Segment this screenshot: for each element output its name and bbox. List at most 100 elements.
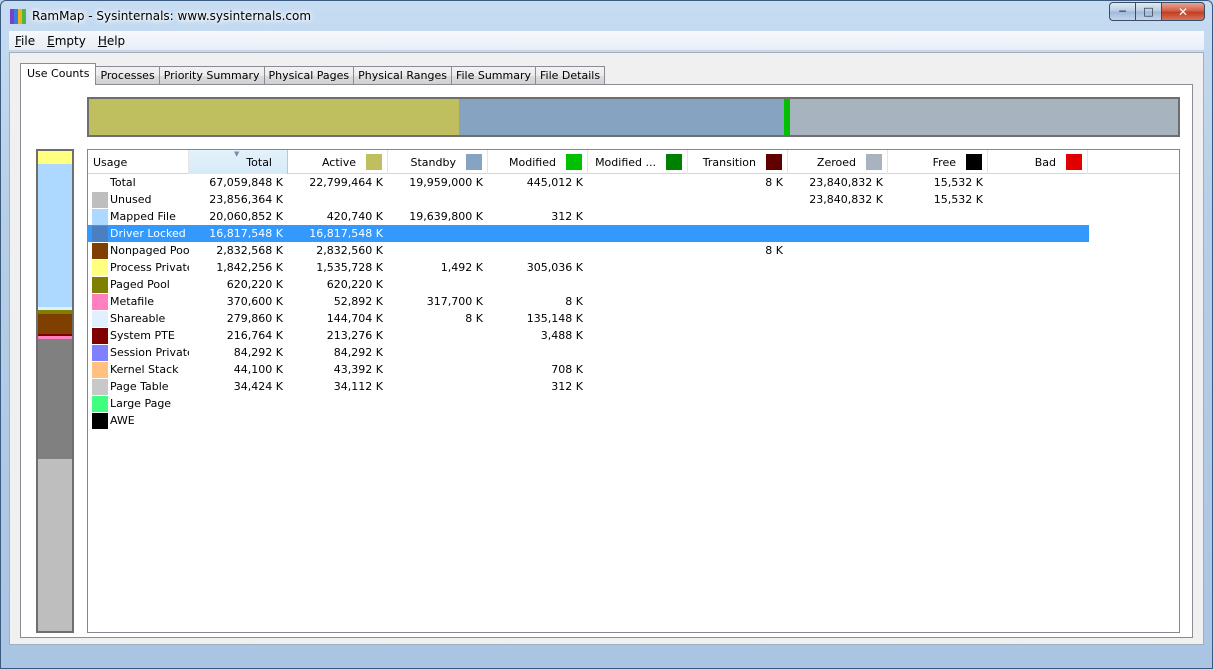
usage-label: Kernel Stack — [110, 363, 179, 376]
usage-color-swatch — [92, 310, 108, 327]
menu-label: ile — [21, 33, 36, 48]
table-row-awe[interactable]: AWE — [88, 412, 1179, 429]
value-cell-transition — [688, 310, 788, 327]
table-row-process-private[interactable]: Process Private 1,842,256 K 1,535,728 K 1,4… — [88, 259, 1179, 276]
column-header-bad[interactable]: Bad — [988, 150, 1088, 174]
value-cell-free — [888, 395, 988, 412]
value-cell-transition — [688, 191, 788, 208]
table-row-session-private[interactable]: Session Private 84,292 K 84,292 K — [88, 344, 1179, 361]
rammap-app-icon[interactable] — [10, 9, 26, 24]
state-segment-active[interactable] — [89, 99, 460, 135]
value-cell-modified — [488, 395, 588, 412]
usage-segment-driver-locked[interactable] — [38, 338, 72, 460]
close-button[interactable]: ✕ — [1161, 2, 1205, 21]
value-cell-transition — [688, 293, 788, 310]
value-cell-standby: 19,959,000 K — [409, 176, 483, 189]
usage-cell: Unused — [88, 191, 189, 208]
usage-label: Metafile — [110, 295, 155, 308]
table-row-page-table[interactable]: Page Table 34,424 K 34,112 K 312 K — [88, 378, 1179, 395]
usage-label: Session Private — [110, 346, 189, 359]
value-cell-standby: 1,492 K — [440, 261, 483, 274]
table-row-kernel-stack[interactable]: Kernel Stack 44,100 K 43,392 K 708 K — [88, 361, 1179, 378]
state-segment-zeroed[interactable] — [790, 99, 1178, 135]
column-header-zeroed[interactable]: Zeroed — [788, 150, 888, 174]
value-cell-active: 52,892 K — [333, 295, 383, 308]
value-cell-bad — [988, 191, 1088, 208]
usage-color-swatch — [92, 242, 108, 259]
table-row-mapped-file[interactable]: Mapped File 20,060,852 K 420,740 K 19,639,8… — [88, 208, 1179, 225]
column-header-active[interactable]: Active — [288, 150, 388, 174]
maximize-button[interactable]: □ — [1135, 2, 1161, 21]
table-row-system-pte[interactable]: System PTE 216,764 K 213,276 K 3,488 K — [88, 327, 1179, 344]
table-row-total[interactable]: Total 67,059,848 K 22,799,464 K 19,959,000 … — [88, 174, 1179, 191]
value-cell-bad — [988, 310, 1088, 327]
menu-file[interactable]: File — [9, 34, 41, 48]
menu-label: mpty — [54, 33, 86, 48]
table-row-driver-locked[interactable]: Driver Locked 16,817,548 K 16,817,548 K — [88, 225, 1089, 242]
usage-label: Paged Pool — [110, 278, 170, 291]
usage-color-swatch — [92, 225, 108, 242]
tab-physical-ranges[interactable]: Physical Ranges — [353, 66, 452, 85]
maximize-icon: □ — [1143, 5, 1154, 18]
column-header-modified[interactable]: Modified — [488, 150, 588, 174]
column-header-standby[interactable]: Standby — [388, 150, 488, 174]
tab-priority-summary[interactable]: Priority Summary — [158, 66, 265, 85]
tab-use-counts[interactable]: Use Counts — [20, 63, 97, 85]
value-cell-total: 620,220 K — [226, 278, 283, 291]
value-cell-active: 34,112 K — [333, 380, 383, 393]
menu-help[interactable]: Help — [92, 34, 131, 48]
state-segment-standby[interactable] — [459, 99, 784, 135]
tab-processes[interactable]: Processes — [95, 66, 160, 85]
value-cell-free — [888, 344, 988, 361]
tab-file-summary[interactable]: File Summary — [450, 66, 537, 85]
menu-empty[interactable]: Empty — [41, 34, 92, 48]
usage-segment-process-private[interactable] — [38, 151, 72, 164]
value-cell-standby — [388, 242, 488, 259]
usage-segment-unused[interactable] — [38, 459, 72, 631]
value-cell-standby — [388, 344, 488, 361]
value-cell-modified — [588, 276, 688, 293]
usage-cell: Driver Locked — [88, 225, 189, 242]
value-cell-bad — [988, 378, 1088, 395]
value-cell-total: 67,059,848 K — [209, 176, 283, 189]
column-header-transition[interactable]: Transition — [688, 150, 788, 174]
column-header-usage[interactable]: Usage — [88, 150, 189, 174]
value-cell-modified — [488, 344, 588, 361]
table-row-shareable[interactable]: Shareable 279,860 K 144,704 K 8 K 135,148 K — [88, 310, 1179, 327]
use-counts-panel: Usage ▼ Total Active Standby Modified Modified… — [20, 84, 1193, 638]
value-cell-free — [888, 276, 988, 293]
value-cell-active: 144,704 K — [326, 312, 383, 325]
table-row-nonpaged-pool[interactable]: Nonpaged Pool 2,832,568 K 2,832,560 K 8 K — [88, 242, 1179, 259]
value-cell-free — [888, 361, 988, 378]
usage-segment-mapped-file[interactable] — [38, 163, 72, 308]
usage-segment-nonpaged-pool[interactable] — [38, 314, 72, 335]
value-cell-free — [888, 225, 988, 242]
window-controls: ─ □ ✕ — [1109, 2, 1205, 21]
value-cell-active: 84,292 K — [333, 346, 383, 359]
value-cell-total: 44,100 K — [233, 363, 283, 376]
table-row-metafile[interactable]: Metafile 370,600 K 52,892 K 317,700 K 8 K — [88, 293, 1179, 310]
table-row-large-page[interactable]: Large Page — [88, 395, 1179, 412]
usage-cell: System PTE — [88, 327, 189, 344]
tab-physical-pages[interactable]: Physical Pages — [263, 66, 355, 85]
value-cell-modified: 8 K — [565, 295, 583, 308]
minimize-button[interactable]: ─ — [1109, 2, 1135, 21]
tab-file-details[interactable]: File Details — [535, 66, 606, 85]
value-cell-modified — [588, 395, 688, 412]
value-cell-active: 213,276 K — [326, 329, 383, 342]
usage-color-swatch — [92, 361, 108, 378]
column-header-free[interactable]: Free — [888, 150, 988, 174]
column-header-label: Bad — [1034, 155, 1056, 169]
value-cell-total: 1,842,256 K — [216, 261, 283, 274]
column-header-total[interactable]: ▼ Total — [189, 150, 288, 174]
table-row-unused[interactable]: Unused 23,856,364 K 23,840,832 K 15,532 K — [88, 191, 1179, 208]
use-counts-grid[interactable]: Usage ▼ Total Active Standby Modified Modified… — [87, 149, 1180, 633]
column-header-modified[interactable]: Modified ... — [588, 150, 688, 174]
title-bar[interactable]: RamMap - Sysinternals: www.sysinternals.… — [1, 1, 1212, 31]
menu-label: elp — [106, 33, 126, 48]
table-row-paged-pool[interactable]: Paged Pool 620,220 K 620,220 K — [88, 276, 1179, 293]
usage-color-swatch — [92, 344, 108, 361]
value-cell-standby: 19,639,800 K — [409, 210, 483, 223]
usage-label: Total — [110, 176, 136, 189]
usage-cell: Process Private — [88, 259, 189, 276]
